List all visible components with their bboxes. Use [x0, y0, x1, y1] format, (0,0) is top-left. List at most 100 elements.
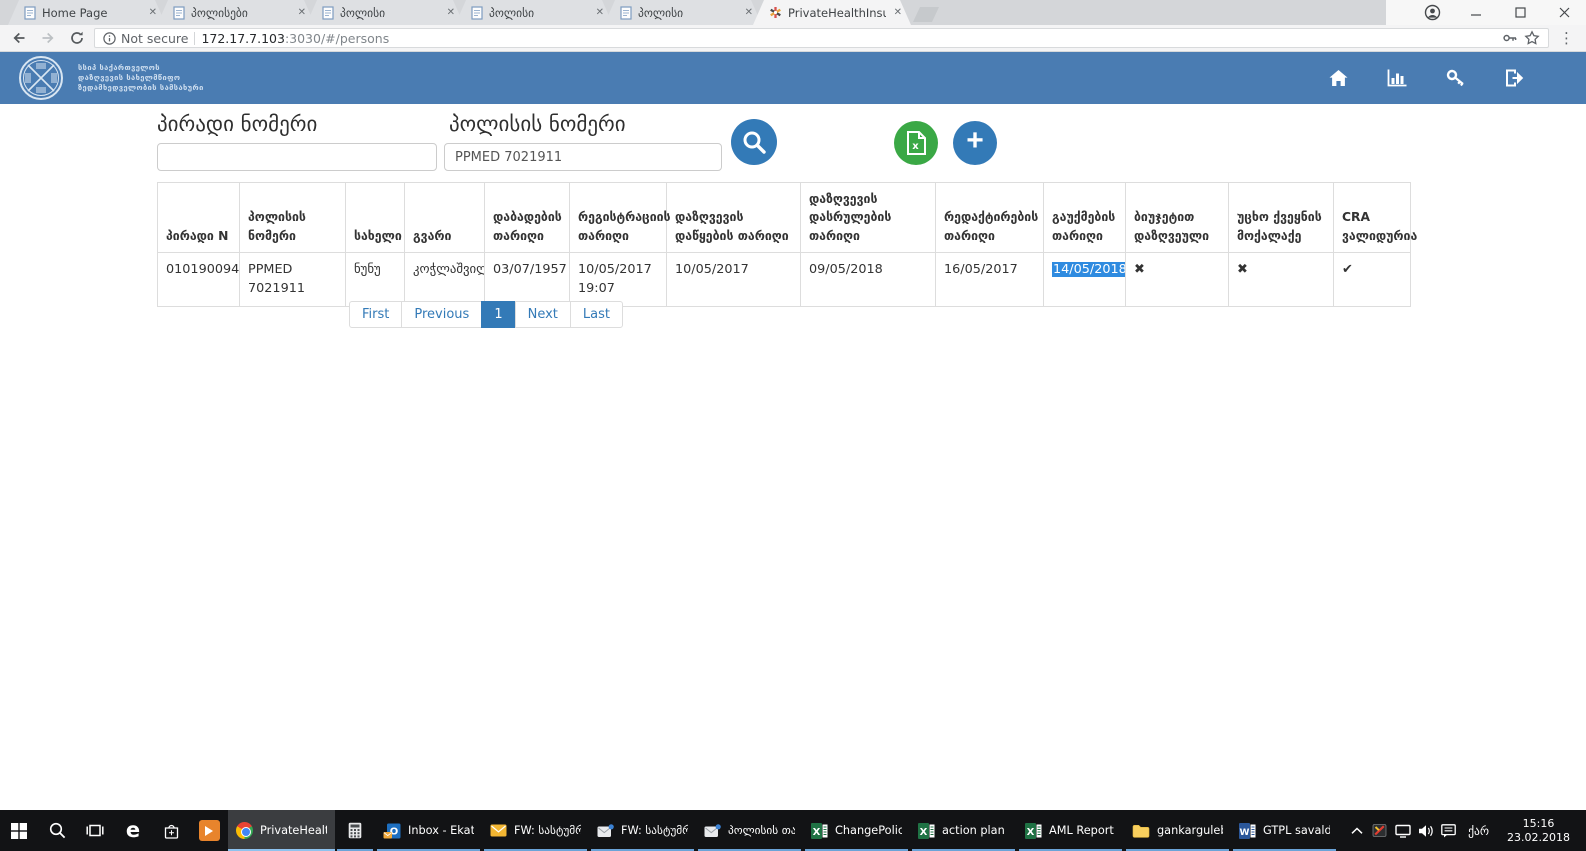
- search-button[interactable]: [731, 119, 777, 165]
- table-cell: ✖: [1229, 253, 1334, 307]
- pagination-previous[interactable]: Previous: [401, 301, 482, 328]
- back-button[interactable]: [7, 26, 31, 50]
- pagination-current-page[interactable]: 1: [481, 301, 515, 328]
- minimize-button[interactable]: [1454, 0, 1498, 25]
- taskbar-app-label: პოლისის თა...: [728, 824, 795, 837]
- network-tray-icon[interactable]: [1391, 810, 1414, 851]
- statistics-chart-icon[interactable]: [1386, 67, 1408, 89]
- taskbar-app-excel[interactable]: Xaction plan [R...: [910, 810, 1017, 851]
- column-header: ბიუჯეტით დაზღვეული: [1126, 183, 1229, 253]
- reload-button[interactable]: [65, 26, 89, 50]
- word-icon: W: [1239, 823, 1256, 839]
- taskbar-clock[interactable]: 15:16 23.02.2018: [1497, 817, 1580, 845]
- taskbar-app-folder[interactable]: gankargulebebi: [1124, 810, 1231, 851]
- personal-number-input[interactable]: [157, 143, 437, 171]
- site-security-chip[interactable]: Not secure: [103, 31, 188, 46]
- keyboard-language-indicator[interactable]: ქარ: [1460, 824, 1497, 838]
- maximize-button[interactable]: [1498, 0, 1542, 25]
- tab-close-icon[interactable]: ✕: [594, 7, 606, 18]
- tab-title: პოლისი: [340, 6, 439, 20]
- browser-tab[interactable]: პოლისი ✕: [604, 0, 762, 25]
- column-header: დაბადების თარიღი: [485, 183, 570, 253]
- pagination-first[interactable]: First: [349, 301, 402, 328]
- taskbar-app-excel[interactable]: X ChangePolicyF...: [803, 810, 910, 851]
- volume-tray-icon[interactable]: [1414, 810, 1437, 851]
- browser-tab[interactable]: პოლისები ✕: [157, 0, 315, 25]
- taskbar-app-label: GTPL savaldeb...: [1263, 824, 1330, 837]
- close-window-button[interactable]: [1542, 0, 1586, 25]
- pagination-last[interactable]: Last: [570, 301, 623, 328]
- taskbar-app-mail[interactable]: FW: სასტუმრ...: [589, 810, 696, 851]
- page-favicon: [24, 6, 36, 20]
- search-icon: [741, 129, 767, 155]
- info-icon: [103, 32, 116, 45]
- taskbar-app-excel[interactable]: XAML Report G...: [1017, 810, 1124, 851]
- taskbar-app-label: PrivateHealthI...: [260, 824, 327, 837]
- taskbar-app-label: gankargulebebi: [1157, 824, 1223, 837]
- tab-close-icon[interactable]: ✕: [445, 7, 457, 18]
- browser-tab-active[interactable]: PrivateHealthInsuranceP✕: [753, 0, 911, 25]
- logout-icon[interactable]: [1504, 67, 1526, 89]
- bookmark-star-icon[interactable]: [1524, 30, 1540, 46]
- folder-icon: [1132, 824, 1150, 838]
- browser-tab[interactable]: Home Page✕: [8, 0, 166, 25]
- org-logo: [18, 55, 64, 101]
- tray-chevron-up-icon[interactable]: [1345, 810, 1368, 851]
- taskbar-app-mail[interactable]: პოლისის თა...: [696, 810, 803, 851]
- edge-browser-icon[interactable]: e: [114, 810, 152, 851]
- taskbar-search-icon[interactable]: [38, 810, 76, 851]
- taskbar-app-label: FW: სასტუმრ...: [514, 824, 581, 837]
- address-bar[interactable]: Not secure 172.17.7.103:3030/#/persons: [94, 28, 1549, 48]
- svg-text:X: X: [920, 827, 928, 838]
- excel-icon: X: [1025, 823, 1042, 839]
- svg-text:X: X: [813, 827, 821, 838]
- export-excel-button[interactable]: x: [894, 121, 938, 165]
- saved-password-key-icon[interactable]: [1502, 30, 1518, 46]
- page-favicon: [322, 6, 334, 20]
- pagination: First Previous 1 Next Last: [349, 301, 623, 328]
- table-cell: ✔: [1334, 253, 1411, 307]
- url-separator: [194, 32, 195, 45]
- antivirus-tray-icon[interactable]: [1368, 810, 1391, 851]
- security-label: Not secure: [121, 31, 188, 46]
- tab-strip: Home Page✕პოლისები✕პოლისი✕პოლისი✕პოლისი✕…: [0, 0, 1586, 25]
- home-icon[interactable]: [1327, 67, 1349, 89]
- microsoft-store-icon[interactable]: [152, 810, 190, 851]
- taskbar-app-label: ChangePolicyF...: [835, 824, 902, 837]
- column-header: რედაქტირების თარიღი: [936, 183, 1044, 253]
- table-cell: ✖: [1126, 253, 1229, 307]
- start-button-icon[interactable]: [0, 810, 38, 851]
- taskbar-app-calculator[interactable]: [335, 810, 375, 851]
- tab-title: პოლისი: [638, 6, 737, 20]
- results-table: პირადი Nპოლისის ნომერისახელიგვარიდაბადებ…: [157, 182, 1411, 307]
- table-cell: 01019009451: [158, 253, 240, 307]
- tray-date: 23.02.2018: [1507, 831, 1570, 845]
- tab-close-icon[interactable]: ✕: [892, 7, 904, 18]
- browser-tab[interactable]: პოლისი✕: [455, 0, 613, 25]
- profile-icon[interactable]: [1410, 0, 1454, 25]
- new-tab-button[interactable]: [913, 7, 939, 22]
- movies-tv-icon[interactable]: [190, 810, 228, 851]
- app-header: სსიპ საქართველოს დაზღვევის სახელმწიფო ზე…: [0, 52, 1586, 104]
- taskbar-app-word[interactable]: W GTPL savaldeb...: [1231, 810, 1338, 851]
- browser-toolbar: Not secure 172.17.7.103:3030/#/persons ⋮: [0, 25, 1586, 52]
- column-header: სახელი: [346, 183, 405, 253]
- taskbar-app-chrome[interactable]: PrivateHealthI...: [228, 810, 335, 851]
- add-person-button[interactable]: +: [953, 121, 997, 165]
- task-view-icon[interactable]: [76, 810, 114, 851]
- forward-button[interactable]: [36, 26, 60, 50]
- page-content: პირადი ნომერი პოლისის ნომერი x + პირადი …: [0, 104, 1586, 810]
- notifications-tray-icon[interactable]: [1437, 810, 1460, 851]
- key-icon[interactable]: [1445, 67, 1467, 89]
- tab-title: პოლისები: [191, 6, 290, 20]
- tab-close-icon[interactable]: ✕: [147, 7, 159, 18]
- policy-number-label: პოლისის ნომერი: [449, 112, 626, 136]
- pagination-next[interactable]: Next: [515, 301, 571, 328]
- tab-close-icon[interactable]: ✕: [296, 7, 308, 18]
- policy-number-input[interactable]: [444, 143, 722, 171]
- taskbar-app-mail-yellow[interactable]: FW: სასტუმრ...: [482, 810, 589, 851]
- tab-close-icon[interactable]: ✕: [743, 7, 755, 18]
- taskbar-app-outlook[interactable]: OInbox - Ekateri...: [375, 810, 482, 851]
- browser-tab[interactable]: პოლისი ✕: [306, 0, 464, 25]
- browser-menu-icon[interactable]: ⋮: [1554, 29, 1579, 47]
